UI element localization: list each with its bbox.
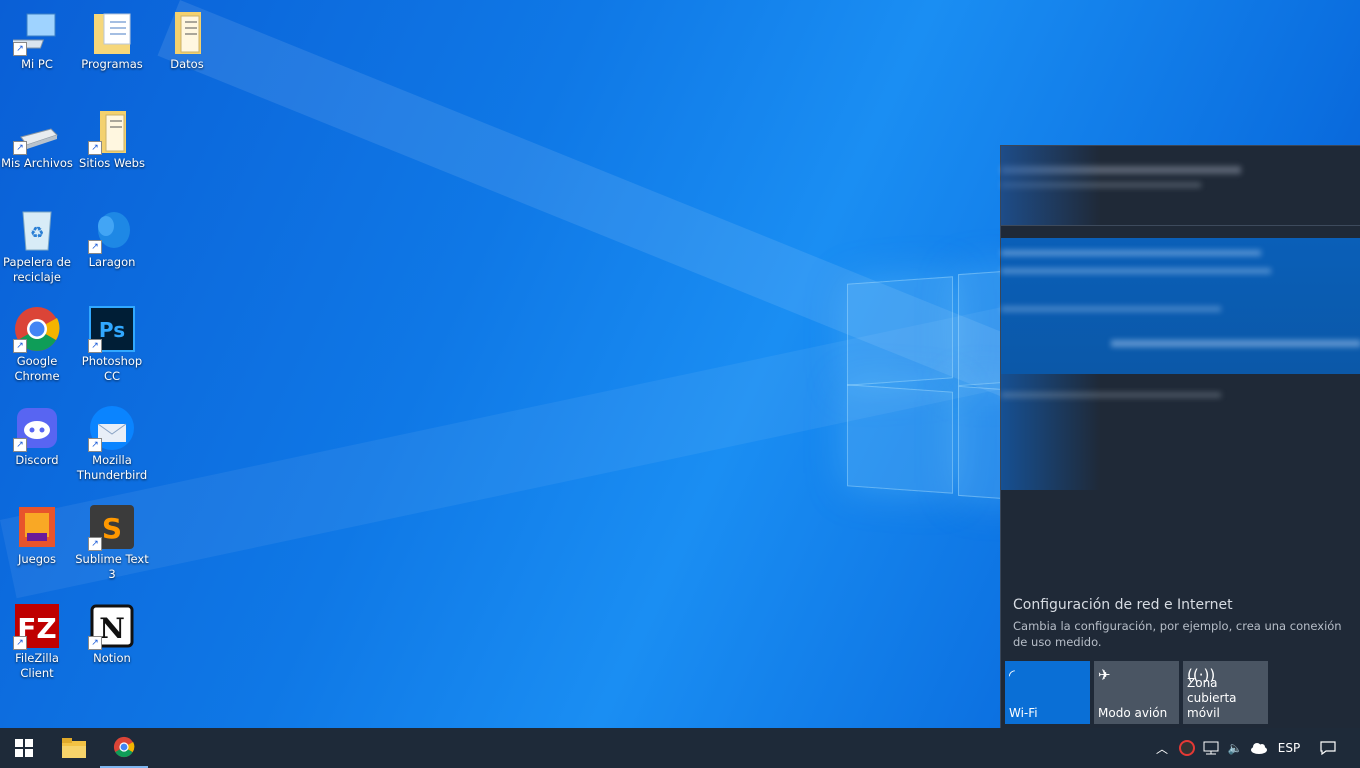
svg-text:S: S (102, 512, 122, 545)
wifi-label: Wi-Fi (1009, 706, 1038, 720)
folder-icon (62, 738, 86, 758)
desktop-icon-discord[interactable]: ↗ Discord (0, 404, 74, 468)
desktop-icon-chrome[interactable]: ↗ Google Chrome (0, 305, 74, 384)
icon-label: Mozilla Thunderbird (76, 453, 148, 482)
icon-label: Sublime Text 3 (75, 552, 149, 581)
recycle-bin-icon: ♻ (13, 206, 61, 254)
shortcut-arrow-icon: ↗ (13, 438, 27, 452)
shortcut-arrow-icon: ↗ (88, 240, 102, 254)
filezilla-icon: FZ ↗ (13, 602, 61, 650)
show-hidden-icons-button[interactable]: ︿ (1152, 728, 1172, 768)
photoshop-icon: Ps ↗ (88, 305, 136, 353)
divider (1001, 225, 1360, 226)
shortcut-arrow-icon: ↗ (88, 537, 102, 551)
icon-label: FileZilla Client (15, 651, 59, 680)
network-settings-description: Cambia la configuración, por ejemplo, cr… (1013, 619, 1342, 649)
airplane-mode-toggle[interactable]: ✈ Modo avión (1094, 661, 1179, 724)
desktop-icon-mi-pc[interactable]: ↗ Mi PC (0, 8, 74, 72)
thunderbird-icon: ↗ (88, 404, 136, 452)
tray-app-icon[interactable] (1176, 728, 1198, 768)
svg-text:♻: ♻ (30, 223, 44, 242)
blurred-network-entry[interactable] (1001, 146, 1101, 226)
desktop-icon-programas[interactable]: Programas (75, 8, 149, 72)
desktop-icon-mis-archivos[interactable]: ↗ Mis Archivos (0, 107, 74, 171)
sublime-text-icon: S ↗ (88, 503, 136, 551)
desktop-icon-filezilla[interactable]: FZ ↗ FileZilla Client (0, 602, 74, 681)
icon-label: Mi PC (21, 57, 53, 71)
cloud-tray-icon[interactable] (1248, 728, 1270, 768)
mobile-hotspot-toggle[interactable]: ((·)) Zona cubierta móvil (1183, 661, 1268, 724)
icon-label: Juegos (17, 552, 57, 566)
start-button[interactable] (0, 728, 48, 768)
shortcut-arrow-icon: ↗ (13, 42, 27, 56)
desktop-icon-sitios-webs[interactable]: ↗ Sitios Webs (75, 107, 149, 171)
cloud-upload-icon (1251, 743, 1267, 754)
file-explorer-button[interactable] (50, 728, 98, 768)
volume-tray-icon[interactable]: 🔈 (1224, 728, 1246, 768)
desktop-icon-juegos[interactable]: Juegos (0, 503, 74, 567)
chevron-up-icon: ︿ (1155, 741, 1168, 756)
computer-icon: ↗ (5, 8, 61, 56)
game-folder-icon (13, 503, 61, 551)
desktop-icon-photoshop[interactable]: Ps ↗ Photoshop CC (75, 305, 149, 384)
folder-icon (88, 8, 136, 56)
windows-logo-icon (15, 739, 33, 757)
shortcut-arrow-icon: ↗ (13, 636, 27, 650)
icon-label: Notion (93, 651, 131, 665)
chrome-taskbar-button[interactable] (100, 728, 148, 768)
windows-logo-pane (847, 384, 953, 494)
svg-text:Ps: Ps (99, 318, 125, 342)
icon-label: Discord (15, 453, 59, 467)
elephant-icon: ↗ (88, 206, 136, 254)
shortcut-arrow-icon: ↗ (88, 636, 102, 650)
folder-icon: ↗ (88, 107, 136, 155)
speaker-icon: 🔈 (1227, 741, 1243, 755)
action-center-button[interactable] (1312, 728, 1344, 768)
icon-label: Datos (170, 57, 204, 71)
notification-icon (1320, 741, 1336, 755)
shortcut-arrow-icon: ↗ (13, 141, 27, 155)
blurred-network-entry[interactable] (1001, 374, 1221, 490)
chrome-icon: ↗ (13, 305, 61, 353)
svg-text:N: N (99, 612, 125, 645)
discord-icon: ↗ (13, 404, 61, 452)
shortcut-arrow-icon: ↗ (88, 438, 102, 452)
drive-icon: ↗ (13, 107, 61, 155)
icon-label: Google Chrome (14, 354, 60, 383)
wifi-toggle[interactable]: ◜ Wi-Fi (1005, 661, 1090, 724)
taskbar: ︿ 🔈 ESP (0, 728, 1360, 768)
desktop-icon-datos[interactable]: Datos (150, 8, 224, 72)
desktop-icon-sublime[interactable]: S ↗ Sublime Text 3 (75, 503, 149, 582)
folder-icon (163, 8, 211, 56)
notion-icon: N ↗ (88, 602, 136, 650)
shortcut-arrow-icon: ↗ (13, 339, 27, 353)
shortcut-arrow-icon: ↗ (88, 339, 102, 353)
icon-label: Laragon (88, 255, 136, 269)
windows-logo-pane (847, 276, 953, 386)
desktop-icon-laragon[interactable]: ↗ Laragon (75, 206, 149, 270)
desktop-icon-thunderbird[interactable]: ↗ Mozilla Thunderbird (75, 404, 149, 483)
input-language-indicator[interactable]: ESP (1272, 728, 1306, 768)
selected-network-entry[interactable] (1001, 238, 1360, 374)
chrome-icon (113, 736, 135, 758)
wifi-icon: ◜ (1009, 666, 1015, 684)
network-icon (1203, 741, 1219, 755)
desktop-icon-papelera[interactable]: ♻ Papelera de reciclaje (0, 206, 74, 285)
icon-label: Programas (81, 57, 143, 71)
network-tray-icon[interactable] (1200, 728, 1222, 768)
network-flyout: Configuración de red e Internet Cambia l… (1000, 145, 1360, 729)
security-icon (1179, 740, 1195, 756)
icon-label: Photoshop CC (81, 354, 143, 383)
airplane-mode-label: Modo avión (1098, 706, 1168, 720)
mobile-hotspot-label: Zona cubierta móvil (1187, 676, 1237, 720)
icon-label: Mis Archivos (1, 156, 73, 170)
icon-label: Papelera de reciclaje (3, 255, 71, 284)
airplane-icon: ✈ (1098, 666, 1111, 684)
network-settings-link[interactable]: Configuración de red e Internet (1013, 597, 1233, 613)
shortcut-arrow-icon: ↗ (88, 141, 102, 155)
desktop-icon-notion[interactable]: N ↗ Notion (75, 602, 149, 666)
icon-label: Sitios Webs (79, 156, 145, 170)
